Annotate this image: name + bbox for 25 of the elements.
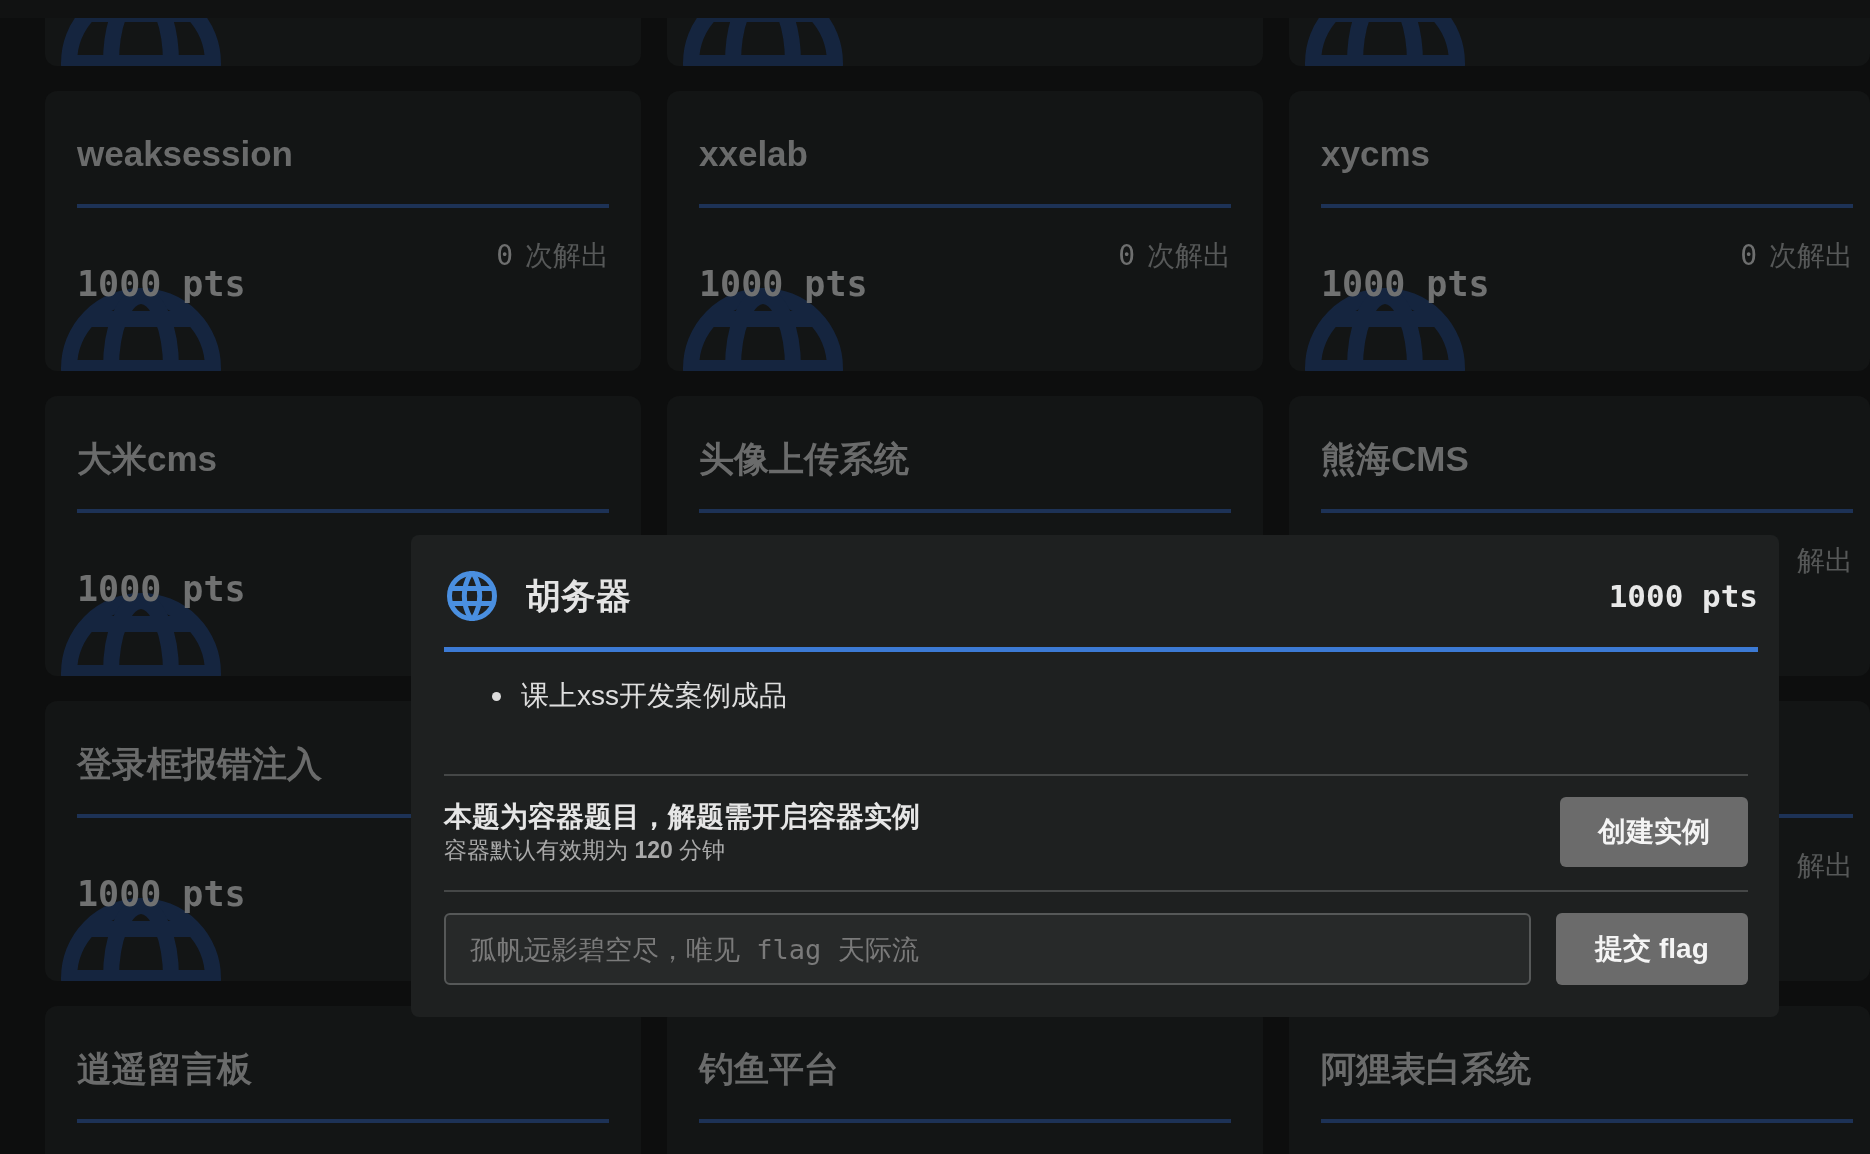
challenge-title: 钓鱼平台 [699, 1048, 839, 1090]
challenge-title: 头像上传系统 [699, 438, 909, 480]
challenge-points: 1000 pts [1321, 263, 1490, 306]
solve-label: 次解出 [1769, 239, 1853, 273]
challenge-points: 1000 pts [77, 873, 246, 916]
challenge-points: 1000 pts [699, 263, 868, 306]
challenge-title: xycms [1321, 133, 1430, 175]
challenge-title: weaksession [77, 133, 293, 175]
solve-label: 次解出 [1147, 239, 1231, 273]
challenge-points: 1000 pts [77, 263, 246, 306]
dialog-points: 1000 pts [1608, 577, 1758, 616]
challenge-title: xxelab [699, 133, 808, 175]
solve-count: 0 [1740, 238, 1757, 274]
solve-count: 0 [496, 238, 513, 274]
dialog-title: 胡务器 [526, 575, 631, 617]
solve-label: 次解出 [525, 239, 609, 273]
solve-count: 0 [1118, 238, 1135, 274]
solve-label: 解出 [1797, 849, 1853, 883]
challenge-title: 登录框报错注入 [77, 743, 322, 785]
challenge-title: 大米cms [77, 438, 218, 480]
solve-label: 解出 [1797, 544, 1853, 578]
challenge-title: 逍遥留言板 [77, 1048, 252, 1090]
challenge-points: 1000 pts [77, 568, 246, 611]
challenge-title: 熊海CMS [1321, 438, 1469, 480]
challenge-title: 阿狸表白系统 [1321, 1048, 1531, 1090]
